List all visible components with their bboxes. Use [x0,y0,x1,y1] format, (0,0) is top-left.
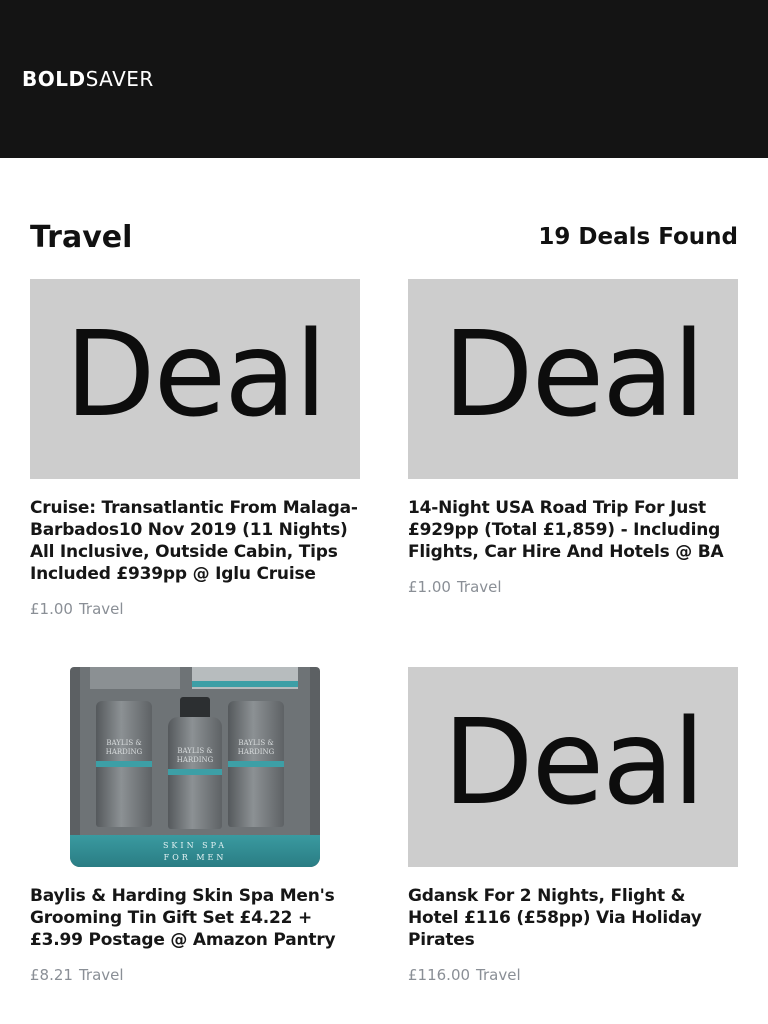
gift-box-band [192,681,298,687]
deal-price: £8.21 [30,966,73,984]
tin-lid-text: FOR MEN [163,853,227,862]
deals-found-count: 19 Deals Found [538,224,738,250]
deal-price: £1.00 [30,600,73,618]
gift-tin-lid: SKIN SPA FOR MEN [70,835,320,867]
deal-product-image[interactable]: BAYLIS & HARDING BAYLIS & HARDING BAYLIS… [30,667,360,867]
deal-image-placeholder[interactable]: Deal [408,667,738,867]
tube-brand-text: BAYLIS & [106,739,142,747]
grooming-tube-left: BAYLIS & HARDING [96,701,152,827]
deal-meta: £1.00 Travel [408,577,738,597]
grooming-bottle-center: BAYLIS & HARDING [168,717,222,829]
deal-meta: £8.21 Travel [30,965,360,985]
deal-category-link[interactable]: Travel [476,966,521,984]
deal-placeholder-text: Deal [64,305,328,443]
gift-box-item [90,667,180,689]
tube-teal-band [228,761,284,767]
site-logo[interactable]: BOLDSAVER [22,66,154,92]
deal-title-link[interactable]: Baylis & Harding Skin Spa Men's Grooming… [30,885,360,951]
deal-price: £1.00 [408,578,451,596]
logo-bold-text: BOLD [22,67,86,91]
deal-card[interactable]: Deal Cruise: Transatlantic From Malaga-B… [30,279,360,619]
deal-meta: £116.00 Travel [408,965,738,985]
deal-title-link[interactable]: Gdansk For 2 Nights, Flight & Hotel £116… [408,885,738,951]
deal-category-link[interactable]: Travel [79,966,124,984]
logo-light-text: SAVER [85,67,154,91]
bottle-teal-band [168,769,222,775]
deal-placeholder-text: Deal [442,693,706,831]
deal-title-link[interactable]: 14-Night USA Road Trip For Just £929pp (… [408,497,738,563]
tube-brand-text: HARDING [237,748,275,756]
grooming-tube-right: BAYLIS & HARDING [228,701,284,827]
tin-lid-text: SKIN SPA [162,841,228,850]
deal-card[interactable]: Deal 14-Night USA Road Trip For Just £92… [408,279,738,597]
bottle-brand-text: HARDING [176,756,214,764]
tube-teal-band [96,761,152,767]
deal-category-link[interactable]: Travel [79,600,124,618]
tube-brand-text: HARDING [105,748,143,756]
deal-image-placeholder[interactable]: Deal [30,279,360,479]
deal-placeholder-text: Deal [442,305,706,443]
deal-meta: £1.00 Travel [30,599,360,619]
page-title: Travel [30,220,133,255]
deal-price: £116.00 [408,966,471,984]
deal-card[interactable]: BAYLIS & HARDING BAYLIS & HARDING BAYLIS… [30,667,360,985]
tube-brand-text: BAYLIS & [238,739,274,747]
site-header: BOLDSAVER [0,0,768,158]
deal-card[interactable]: Deal Gdansk For 2 Nights, Flight & Hotel… [408,667,738,985]
deal-image-placeholder[interactable]: Deal [408,279,738,479]
deal-title-link[interactable]: Cruise: Transatlantic From Malaga-Barbad… [30,497,360,585]
deal-category-link[interactable]: Travel [457,578,502,596]
bottle-brand-text: BAYLIS & [177,747,213,755]
